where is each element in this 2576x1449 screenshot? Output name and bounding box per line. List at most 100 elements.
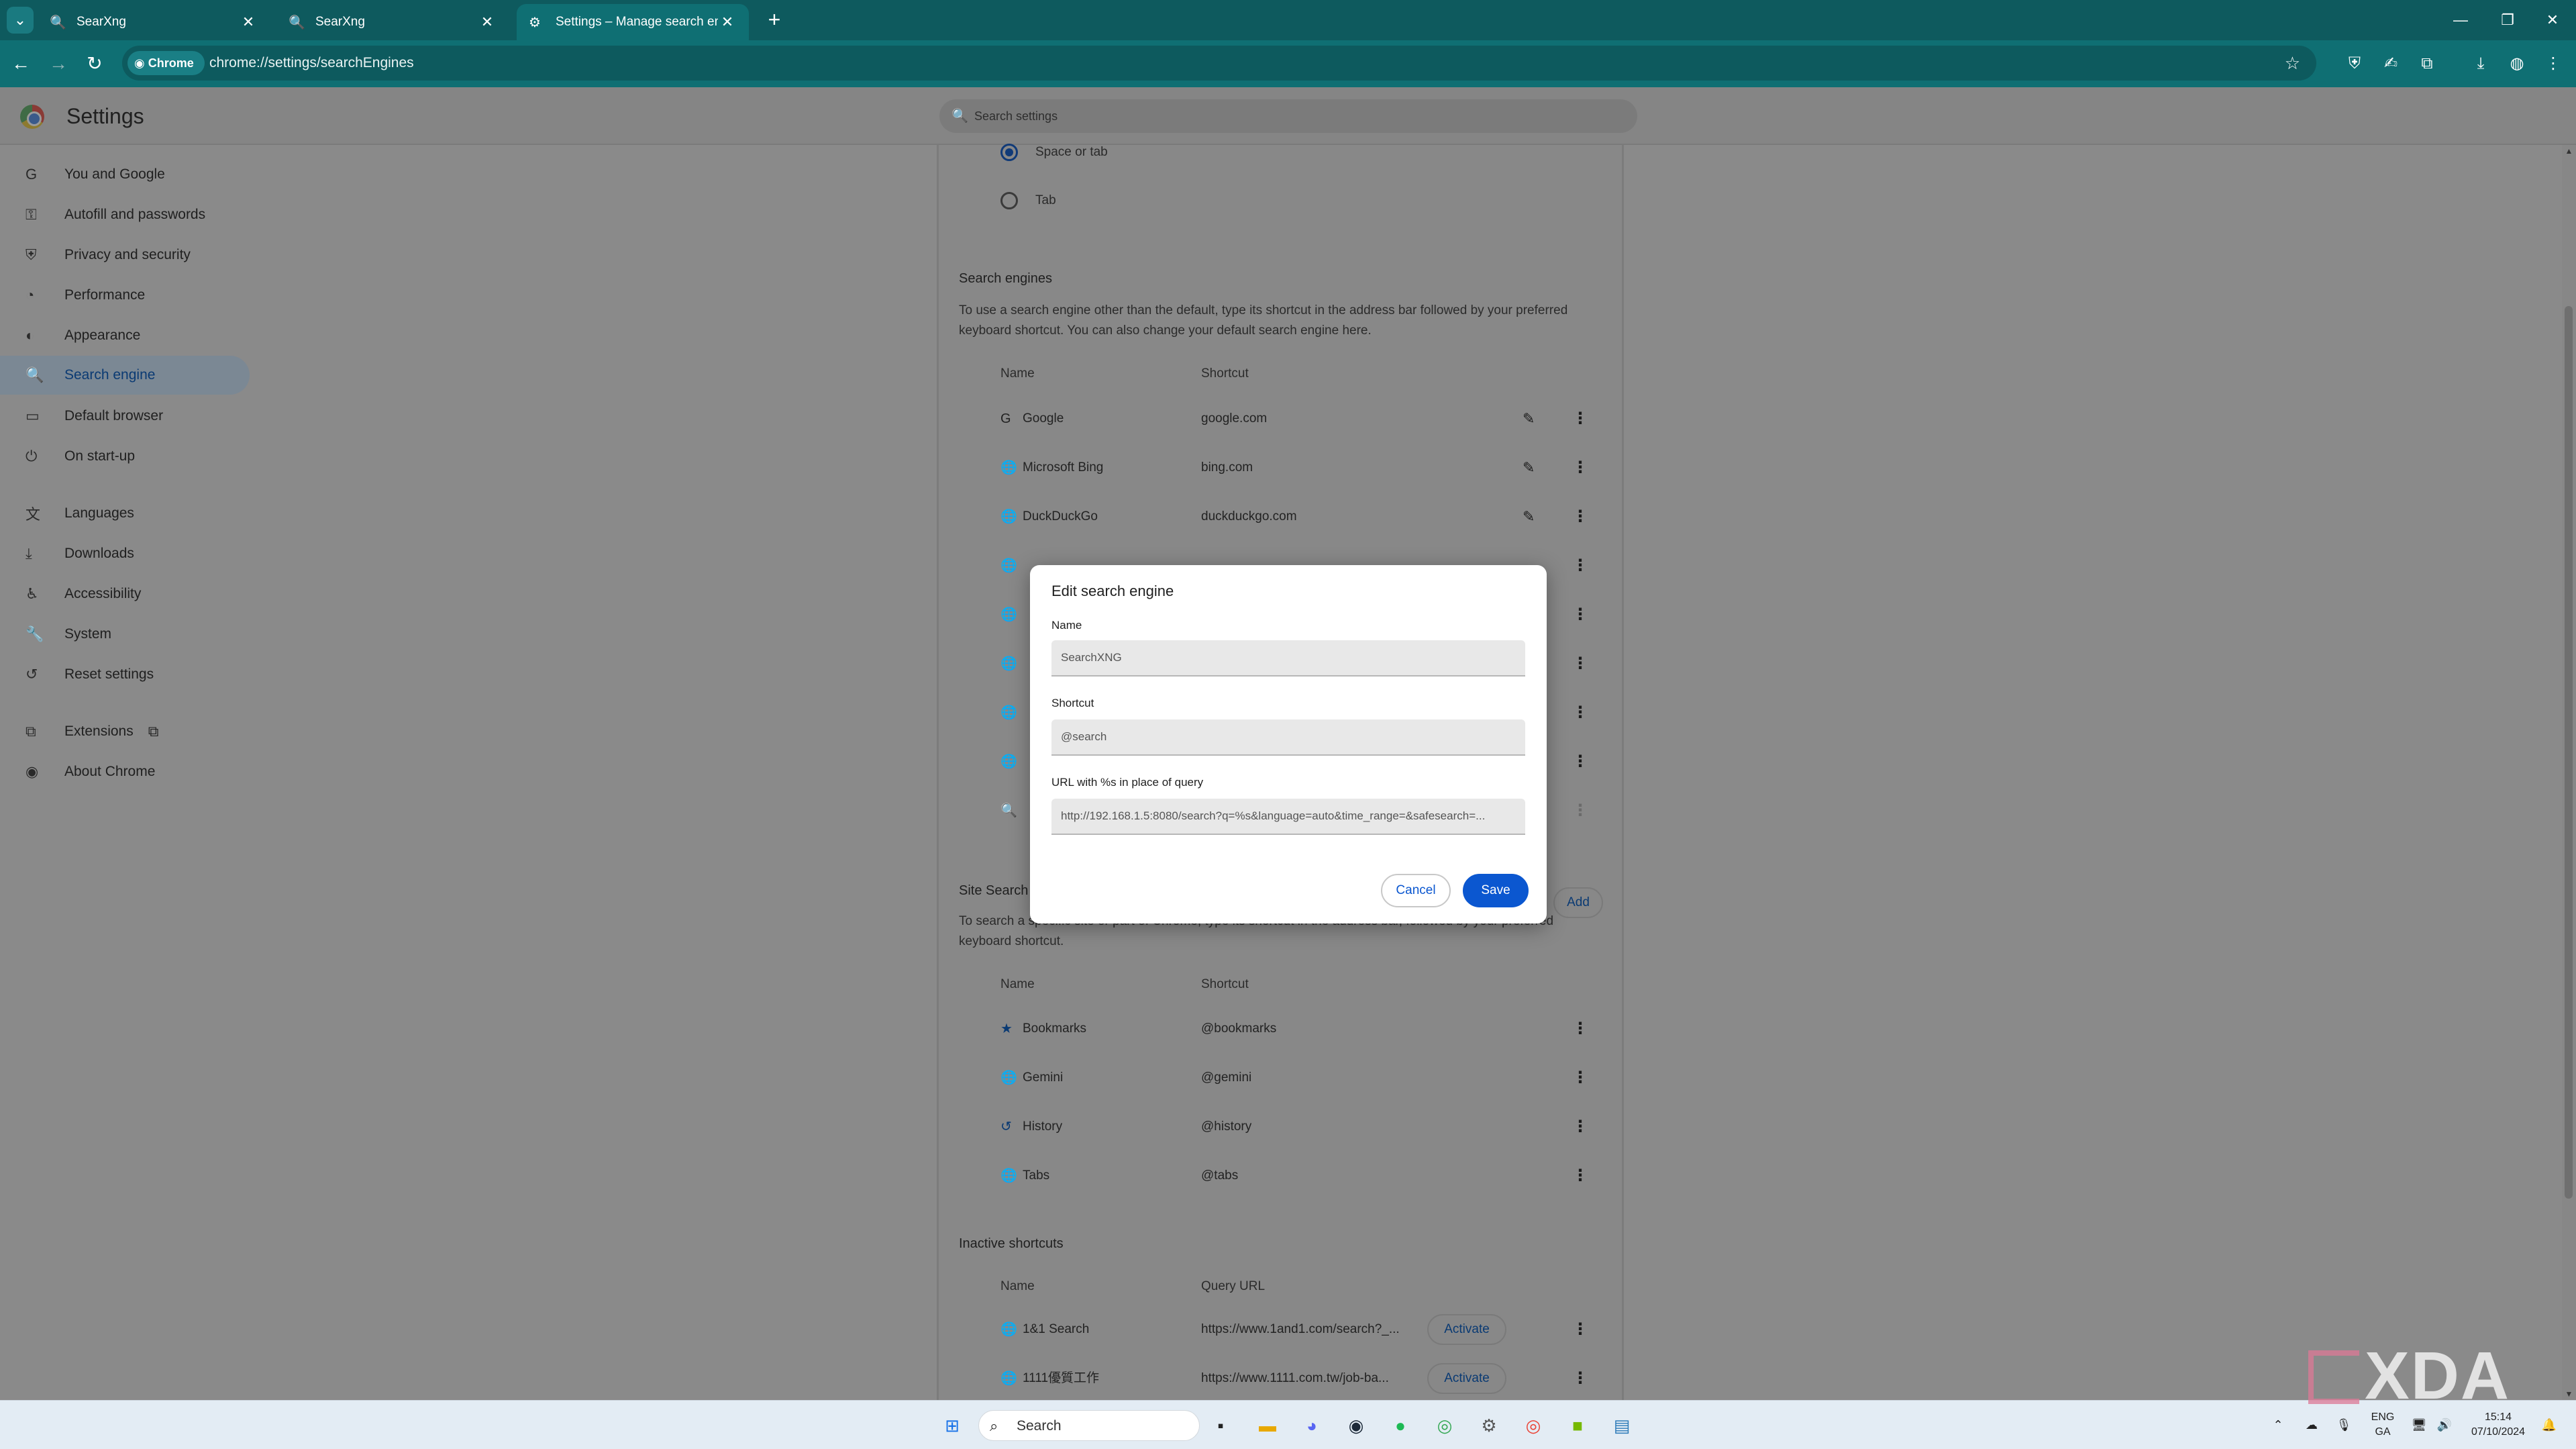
close-window-button[interactable]: ✕ [2529,0,2576,40]
row-name: Bookmarks [1023,1021,1087,1036]
more-actions-icon[interactable]: ⋮ [1572,689,1588,737]
sidebar-item-performance[interactable]: ◔ Performance [0,276,250,315]
cancel-button[interactable]: Cancel [1381,874,1451,907]
activate-button[interactable]: Activate [1427,1363,1506,1394]
nvidia-icon[interactable]: ■ [1562,1410,1593,1441]
column-header-name: Name [1000,1279,1035,1293]
row-shortcut: @history [1201,1119,1252,1134]
more-actions-icon[interactable]: ⋮ [1572,1103,1588,1151]
wrench-icon: 🔧 [25,626,44,642]
more-actions-icon[interactable]: ⋮ [1572,395,1588,443]
url-field[interactable] [1051,799,1525,835]
sidebar-item-reset-settings[interactable]: ↺ Reset settings [0,655,250,694]
taskbar-search-box[interactable]: ⌕ Search [978,1410,1200,1441]
extension-shield-icon[interactable]: ⛨ [2340,50,2369,78]
minimize-button[interactable]: — [2437,0,2484,40]
sidebar-item-extensions[interactable]: ⧉ Extensions ⧉ [0,712,250,751]
more-actions-icon[interactable]: ⋮ [1572,1054,1588,1102]
chrome-profile-icon[interactable]: ◎ [1518,1410,1549,1441]
more-actions-icon[interactable]: ⋮ [1572,444,1588,492]
more-actions-icon[interactable]: ⋮ [1572,493,1588,541]
chrome-chip[interactable]: ◉ Chrome [127,51,205,75]
edit-pencil-icon[interactable]: ✎ [1523,444,1535,492]
task-view-icon[interactable]: ▪ [1205,1410,1236,1441]
page-scrollbar[interactable]: ▲ ▼ [2562,145,2576,1400]
forward-button[interactable]: → [44,50,72,78]
sidebar-item-label: Search engine [64,367,156,383]
row-shortcut: @bookmarks [1201,1021,1277,1036]
windows-start-icon[interactable]: ⊞ [937,1410,968,1441]
edit-pencil-icon[interactable]: ✎ [1523,395,1535,443]
tab-settings[interactable]: ⚙ Settings – Manage search engi ✕ [517,4,749,40]
sidebar-item-default-browser[interactable]: ▭ Default browser [0,397,250,436]
url-text[interactable]: chrome://settings/searchEngines [209,46,414,81]
file-explorer-icon[interactable]: ▬ [1252,1410,1283,1441]
close-tab-icon[interactable]: ✕ [718,13,737,31]
sidebar-item-on-startup[interactable]: ⏻ On start-up [0,437,250,476]
sidebar-item-autofill[interactable]: ⚿ Autofill and passwords [0,195,250,234]
section-description: To use a search engine other than the de… [959,303,1568,338]
sidebar-item-about-chrome[interactable]: ◉ About Chrome [0,752,250,791]
profile-avatar[interactable]: ◍ [2503,50,2531,78]
more-actions-icon[interactable]: ⋮ [1572,1005,1588,1053]
edit-pencil-icon[interactable]: ✎ [1523,493,1535,541]
new-tab-button[interactable]: + [762,8,786,32]
extensions-puzzle-icon[interactable]: ⧉ [2413,50,2441,78]
reload-button[interactable]: ↻ [81,50,109,78]
more-actions-icon[interactable]: ⋮ [1572,542,1588,590]
address-bar[interactable]: ◉ Chrome chrome://settings/searchEngines… [122,46,2316,81]
more-actions-icon[interactable]: ⋮ [1572,1354,1588,1403]
power-icon: ⏻ [25,448,38,464]
sidebar-item-downloads[interactable]: ⤓ Downloads [0,534,250,573]
tab-searxng-1[interactable]: 🔍 SearXng ✕ [38,4,270,40]
download-icon[interactable]: ⤓ [2467,50,2495,78]
windows-taskbar: ⊞ ⌕ Search ▪ ▬ ◕ ◉ ● ◎ ⚙ ◎ ■ ▤ ⌃ ☁ 🎙 ENG… [0,1400,2576,1449]
name-field[interactable] [1051,640,1525,677]
shortcut-field[interactable] [1051,719,1525,756]
extension-signature-icon[interactable]: ✍ [2377,50,2405,78]
sidebar-item-label: Appearance [64,328,141,343]
more-actions-icon[interactable]: ⋮ [1572,1152,1588,1200]
search-icon: 🔍 [289,15,305,30]
more-menu-icon[interactable]: ⋮ [2539,50,2567,78]
sidebar-item-privacy[interactable]: ⛨ Privacy and security [0,236,250,274]
bookmark-star-icon[interactable]: ☆ [2285,46,2300,81]
notepad-icon[interactable]: ▤ [1606,1410,1637,1441]
more-actions-icon[interactable]: ⋮ [1572,738,1588,786]
radio-tab[interactable] [1000,192,1018,209]
settings-search-input[interactable]: 🔍 Search settings [939,99,1637,133]
sidebar-item-system[interactable]: 🔧 System [0,615,250,654]
sidebar-item-search-engine[interactable]: 🔍 Search engine [0,356,250,395]
scroll-up-arrow-icon[interactable]: ▲ [2562,146,2576,156]
sidebar-item-you-and-google[interactable]: G You and Google [0,155,250,194]
search-icon: 🔍 [25,366,44,383]
restore-button[interactable]: ❐ [2484,0,2531,40]
save-button[interactable]: Save [1463,874,1529,907]
history-icon: ↺ [1000,1119,1012,1134]
close-tab-icon[interactable]: ✕ [478,13,497,31]
tray-chevron-up-icon[interactable]: ⌃ [2268,1401,2288,1449]
tab-searxng-2[interactable]: 🔍 SearXng ✕ [276,4,509,40]
spotify-icon[interactable]: ● [1385,1410,1416,1441]
chrome-icon[interactable]: ◎ [1429,1410,1460,1441]
more-actions-icon[interactable]: ⋮ [1572,591,1588,639]
sidebar-item-appearance[interactable]: ◐ Appearance [0,316,250,355]
tab-search-menu-button[interactable]: ⌄ [7,7,34,34]
sidebar-item-languages[interactable]: 文 Languages [0,494,250,533]
radio-space-or-tab[interactable] [1000,144,1018,161]
settings-gear-icon[interactable]: ⚙ [1474,1410,1504,1441]
more-actions-icon[interactable]: ⋮ [1572,787,1588,835]
scroll-down-arrow-icon[interactable]: ▼ [2562,1389,2576,1399]
sidebar-item-accessibility[interactable]: ♿ Accessibility [0,574,250,613]
more-actions-icon[interactable]: ⋮ [1572,1305,1588,1354]
back-button[interactable]: ← [7,50,35,78]
discord-icon[interactable]: ◕ [1296,1410,1327,1441]
row-shortcut: bing.com [1201,460,1253,474]
scrollbar-thumb[interactable] [2565,306,2573,1199]
more-actions-icon[interactable]: ⋮ [1572,640,1588,688]
close-tab-icon[interactable]: ✕ [239,13,258,31]
activate-button[interactable]: Activate [1427,1314,1506,1345]
steam-icon[interactable]: ◉ [1341,1410,1372,1441]
sidebar-item-label: On start-up [64,448,136,464]
url-field-label: URL with %s in place of query [1051,776,1204,789]
